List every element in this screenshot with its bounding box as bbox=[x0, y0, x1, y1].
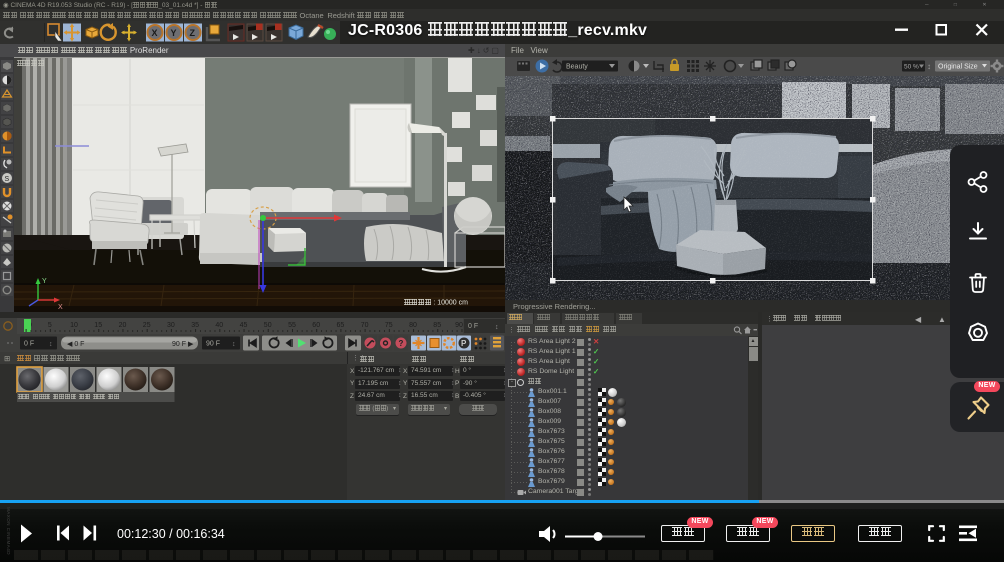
svg-text:55: 55 bbox=[288, 322, 296, 329]
svg-text:65: 65 bbox=[337, 322, 345, 329]
svg-text:60: 60 bbox=[312, 322, 320, 329]
svg-text:Z: Z bbox=[190, 28, 196, 38]
svg-text:5: 5 bbox=[48, 322, 52, 329]
svg-text:35: 35 bbox=[191, 322, 199, 329]
svg-text:30: 30 bbox=[167, 322, 175, 329]
svg-text:S: S bbox=[5, 176, 10, 183]
svg-text:20: 20 bbox=[119, 322, 127, 329]
svg-text:15: 15 bbox=[94, 322, 102, 329]
svg-text:90 F ▶: 90 F ▶ bbox=[172, 341, 194, 348]
svg-text:90 F: 90 F bbox=[206, 341, 220, 348]
svg-text:P: P bbox=[461, 339, 467, 348]
svg-text:90: 90 bbox=[455, 322, 463, 329]
svg-text:◀ 0 F: ◀ 0 F bbox=[67, 341, 84, 348]
svg-text:0 F: 0 F bbox=[468, 323, 478, 330]
svg-text:Y: Y bbox=[42, 278, 47, 285]
svg-text:50 %: 50 % bbox=[904, 64, 919, 71]
svg-text:Beauty: Beauty bbox=[566, 64, 588, 71]
svg-text:↕: ↕ bbox=[495, 324, 499, 331]
svg-text:X: X bbox=[58, 304, 63, 311]
svg-text:50: 50 bbox=[264, 322, 272, 329]
svg-text:↕: ↕ bbox=[927, 62, 931, 71]
svg-text:45: 45 bbox=[240, 322, 248, 329]
svg-text:80: 80 bbox=[409, 322, 417, 329]
svg-text:10: 10 bbox=[70, 322, 78, 329]
svg-text:Y: Y bbox=[171, 28, 177, 38]
svg-text:70: 70 bbox=[361, 322, 369, 329]
svg-text:0 F: 0 F bbox=[24, 341, 34, 348]
svg-text:Original Size: Original Size bbox=[938, 64, 978, 71]
svg-text:40: 40 bbox=[215, 322, 223, 329]
svg-text:X: X bbox=[152, 28, 158, 38]
svg-text:↕: ↕ bbox=[49, 341, 53, 348]
svg-text:?: ? bbox=[399, 339, 404, 348]
svg-text:25: 25 bbox=[143, 322, 151, 329]
svg-text:75: 75 bbox=[385, 322, 393, 329]
svg-text:85: 85 bbox=[433, 322, 441, 329]
svg-text:↕: ↕ bbox=[232, 341, 236, 348]
